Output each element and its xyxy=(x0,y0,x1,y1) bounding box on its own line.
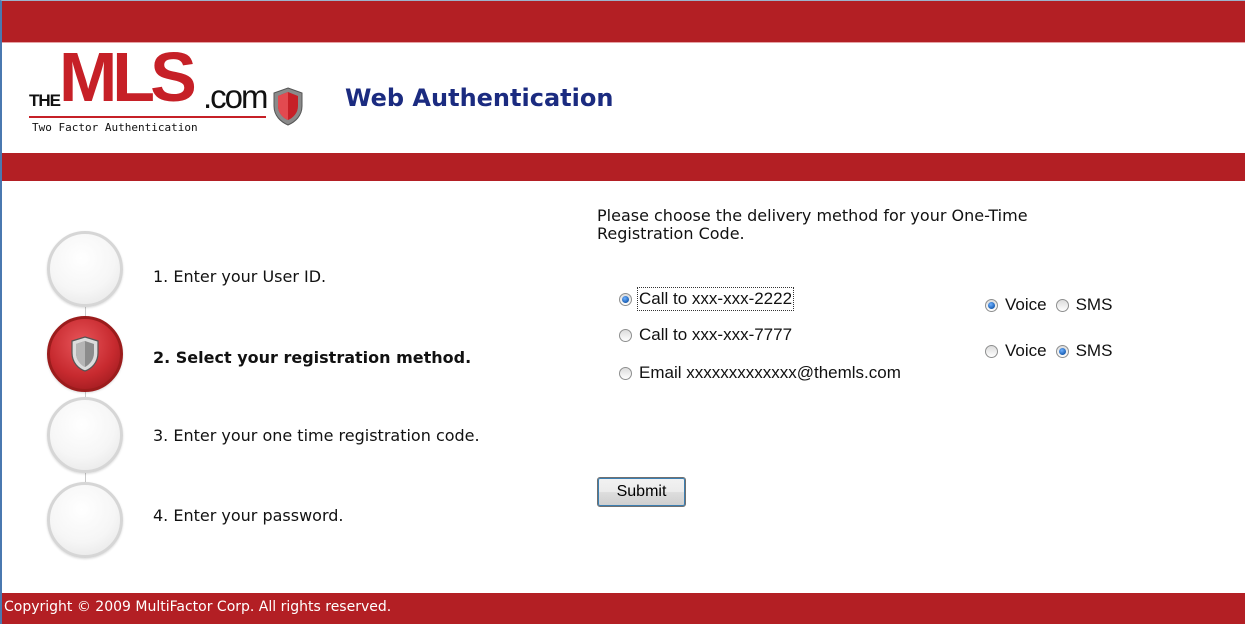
email-label[interactable]: Email xxxxxxxxxxxxx@themls.com xyxy=(639,363,901,383)
step-2-label: 2. Select your registration method. xyxy=(153,348,472,367)
step-4-label: 4. Enter your password. xyxy=(153,506,344,525)
step-4-indicator xyxy=(47,482,123,558)
submit-button[interactable]: Submit xyxy=(597,477,686,507)
step-3-indicator xyxy=(47,397,123,473)
logo-the-text: THE xyxy=(29,91,61,110)
shield-icon xyxy=(273,87,303,126)
email-radio[interactable] xyxy=(619,366,632,380)
step-1-indicator xyxy=(47,231,123,307)
page-title: Web Authentication xyxy=(345,84,614,112)
step-1-label: 1. Enter your User ID. xyxy=(153,267,327,286)
top-banner xyxy=(2,1,1245,42)
phone-2-radio[interactable] xyxy=(619,328,632,342)
phone-1-sms-label[interactable]: SMS xyxy=(1076,295,1113,315)
phone-1-radio[interactable] xyxy=(619,292,632,306)
logo-subtitle: Two Factor Authentication xyxy=(29,116,266,135)
delivery-option-email[interactable]: Email xxxxxxxxxxxxx@themls.com xyxy=(619,363,901,383)
step-3-label: 3. Enter your one time registration code… xyxy=(153,426,480,445)
header-divider-band xyxy=(2,153,1245,181)
delivery-option-phone-2[interactable]: Call to xxx-xxx-7777 xyxy=(619,325,792,345)
logo-com-text: .com xyxy=(203,78,269,115)
delivery-instruction: Please choose the delivery method for yo… xyxy=(597,206,1028,243)
themls-logo: THE MLS .com Two Factor Authentication xyxy=(29,42,319,142)
phone-2-mode-group[interactable]: Voice SMS xyxy=(985,341,1112,361)
phone-2-voice-radio[interactable] xyxy=(985,344,998,358)
phone-2-label[interactable]: Call to xxx-xxx-7777 xyxy=(639,325,792,345)
phone-1-voice-label[interactable]: Voice xyxy=(1005,295,1047,315)
phone-2-voice-label[interactable]: Voice xyxy=(1005,341,1047,361)
logo-mls-text: MLS xyxy=(59,38,197,116)
phone-1-sms-radio[interactable] xyxy=(1055,298,1069,312)
phone-2-sms-radio[interactable] xyxy=(1055,344,1069,358)
phone-1-voice-radio[interactable] xyxy=(985,298,998,312)
step-2-indicator xyxy=(47,316,123,392)
phone-1-mode-group[interactable]: Voice SMS xyxy=(985,295,1112,315)
phone-2-sms-label[interactable]: SMS xyxy=(1076,341,1113,361)
copyright-text: Copyright © 2009 MultiFactor Corp. All r… xyxy=(4,599,392,615)
delivery-option-phone-1[interactable]: Call to xxx-xxx-2222 xyxy=(619,287,795,311)
shield-icon xyxy=(71,336,99,372)
phone-1-label[interactable]: Call to xxx-xxx-2222 xyxy=(636,287,795,311)
